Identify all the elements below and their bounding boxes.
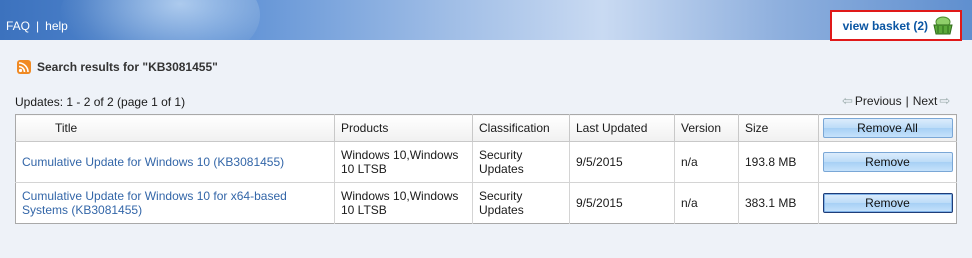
row-version: n/a: [674, 141, 739, 183]
row-action-cell: Remove: [818, 141, 957, 183]
faq-link[interactable]: FAQ: [6, 19, 30, 33]
help-link[interactable]: help: [45, 19, 68, 33]
basket-icon: [932, 16, 954, 36]
row-size: 193.8 MB: [738, 141, 819, 183]
table-row: Cumulative Update for Windows 10 (KB3081…: [15, 141, 957, 183]
next-arrow-icon[interactable]: ⇨: [939, 93, 950, 109]
column-header-products[interactable]: Products: [334, 114, 473, 142]
update-title-link[interactable]: Cumulative Update for Windows 10 (KB3081…: [22, 155, 284, 169]
column-header-size[interactable]: Size: [738, 114, 819, 142]
row-products: Windows 10,Windows 10 LTSB: [334, 141, 473, 183]
globe-graphic: [60, 0, 260, 40]
view-basket-button[interactable]: view basket (2): [830, 10, 962, 41]
row-title-cell: Cumulative Update for Windows 10 for x64…: [15, 182, 335, 224]
row-classification: Security Updates: [472, 182, 570, 224]
results-table: Title Products Classification Last Updat…: [15, 114, 957, 224]
updates-summary: Updates: 1 - 2 of 2 (page 1 of 1): [15, 95, 186, 109]
column-header-version[interactable]: Version: [674, 114, 739, 142]
column-header-last-updated[interactable]: Last Updated: [569, 114, 675, 142]
column-header-classification[interactable]: Classification: [472, 114, 570, 142]
remove-button[interactable]: Remove: [822, 193, 953, 213]
rss-icon[interactable]: [17, 60, 31, 74]
row-version: n/a: [674, 182, 739, 224]
column-header-title[interactable]: Title: [15, 114, 335, 142]
top-nav: FAQ | help: [6, 19, 68, 33]
row-size: 383.1 MB: [738, 182, 819, 224]
previous-link[interactable]: Previous: [855, 94, 902, 108]
view-basket-label: view basket (2): [842, 18, 928, 33]
remove-all-button[interactable]: Remove All: [822, 118, 953, 138]
pager: ⇦ Previous | Next ⇨: [840, 93, 952, 109]
remove-button[interactable]: Remove: [822, 152, 953, 172]
search-results-heading: Search results for "KB3081455": [17, 60, 218, 74]
row-products: Windows 10,Windows 10 LTSB: [334, 182, 473, 224]
row-last-updated: 9/5/2015: [569, 182, 675, 224]
nav-separator: |: [36, 19, 40, 33]
row-title-cell: Cumulative Update for Windows 10 (KB3081…: [15, 141, 335, 183]
next-link[interactable]: Next: [913, 94, 938, 108]
previous-arrow-icon[interactable]: ⇦: [842, 93, 853, 109]
row-action-cell: Remove: [819, 183, 957, 224]
pager-separator: |: [905, 94, 909, 108]
search-results-title: Search results for "KB3081455": [37, 60, 218, 74]
table-row: Cumulative Update for Windows 10 for x64…: [15, 182, 957, 224]
remove-all-cell: Remove All: [818, 114, 957, 142]
row-classification: Security Updates: [472, 141, 570, 183]
table-header-row: Title Products Classification Last Updat…: [15, 114, 957, 142]
row-last-updated: 9/5/2015: [569, 141, 675, 183]
header-banner: FAQ | help: [0, 0, 972, 40]
update-title-link[interactable]: Cumulative Update for Windows 10 for x64…: [22, 189, 287, 217]
